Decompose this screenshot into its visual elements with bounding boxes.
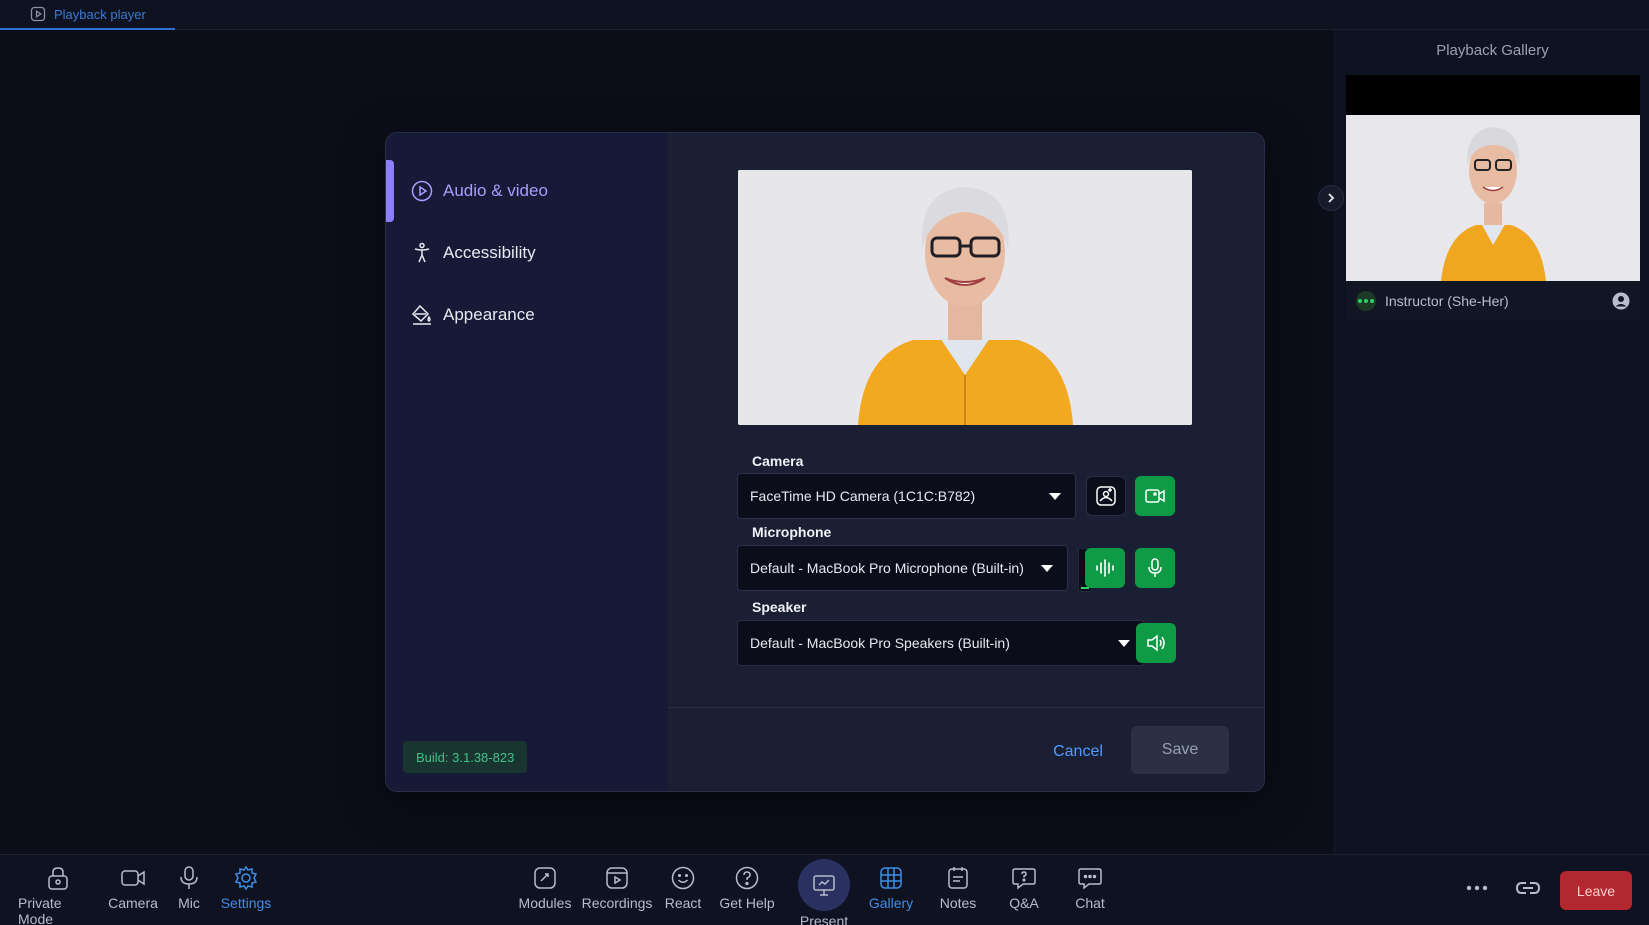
private-mode-label: Private Mode [18, 895, 62, 925]
dialog-footer-divider [668, 707, 1264, 708]
paint-bucket-icon [411, 304, 431, 325]
mic-toggle-button[interactable] [1135, 548, 1175, 588]
cancel-button[interactable]: Cancel [1038, 729, 1118, 775]
notes-label: Notes [939, 895, 977, 911]
camera-label: Camera [752, 453, 804, 469]
qa-label: Q&A [1009, 895, 1039, 911]
nav-audio-video[interactable]: Audio & video [386, 160, 668, 222]
play-circle-icon [411, 180, 433, 202]
microphone-label: Microphone [752, 524, 832, 540]
more-options-icon[interactable] [1464, 875, 1490, 901]
tab-label: Playback player [54, 6, 146, 22]
gallery-label: Gallery [868, 895, 914, 911]
nav-audio-video-label: Audio & video [443, 181, 548, 200]
modules-icon [534, 867, 556, 889]
chat-label: Chat [1075, 895, 1105, 911]
camera-toggle-button[interactable] [1135, 476, 1175, 516]
camera-icon [121, 870, 145, 886]
settings-button-label: Settings [220, 895, 272, 911]
camera-select-value: FaceTime HD Camera (1C1C:B782) [750, 488, 976, 504]
save-button[interactable]: Save [1131, 726, 1229, 774]
participant-tile[interactable]: Instructor (She-Her) [1346, 75, 1640, 321]
get-help-button[interactable]: Get Help [707, 865, 787, 911]
help-icon [735, 866, 759, 890]
tab-playback-player[interactable]: Playback player [0, 0, 175, 30]
nav-appearance[interactable]: Appearance [386, 284, 668, 346]
speaker-icon [1147, 634, 1165, 652]
gallery-title: Playback Gallery [1436, 42, 1549, 59]
bottom-toolbar: Private Mode Camera Mic Settings Modules… [0, 854, 1649, 925]
participant-name: Instructor (She-Her) [1385, 293, 1509, 309]
react-label: React [664, 895, 702, 911]
audio-wave-icon [1096, 559, 1114, 577]
participant-caption: Instructor (She-Her) [1346, 281, 1640, 321]
present-button-bg [798, 859, 850, 911]
speaker-select[interactable]: Default - MacBook Pro Speakers (Built-in… [737, 620, 1145, 666]
mic-icon [1148, 558, 1162, 577]
settings-button[interactable]: Settings [206, 865, 286, 911]
leave-button[interactable]: Leave [1560, 871, 1632, 910]
private-mode-button[interactable]: Private Mode [18, 865, 98, 925]
gallery-collapse-button[interactable] [1318, 185, 1344, 211]
camera-icon [1145, 489, 1165, 503]
recordings-icon [606, 867, 628, 889]
background-effects-icon [1096, 486, 1116, 506]
microphone-select-value: Default - MacBook Pro Microphone (Built-… [750, 560, 1024, 576]
grid-icon [880, 867, 902, 889]
camera-preview-photo [738, 170, 1192, 425]
top-tab-bar: Playback player [0, 0, 1649, 30]
build-badge: Build: 3.1.38-823 [403, 741, 528, 773]
participant-video [1346, 115, 1640, 281]
microphone-select[interactable]: Default - MacBook Pro Microphone (Built-… [737, 545, 1068, 591]
chevron-down-icon [1049, 493, 1061, 500]
camera-select[interactable]: FaceTime HD Camera (1C1C:B782) [737, 473, 1076, 519]
present-icon [813, 875, 835, 896]
lock-icon [48, 867, 68, 890]
user-avatar-icon[interactable] [1612, 292, 1630, 310]
settings-dialog: Audio & video Accessibility Appearance B… [385, 132, 1265, 792]
audio-video-panel: Camera FaceTime HD Camera (1C1C:B782) Mi… [668, 133, 1264, 791]
qa-icon [1012, 868, 1036, 890]
nav-accessibility-label: Accessibility [443, 243, 536, 262]
get-help-label: Get Help [719, 895, 775, 911]
gallery-panel: Playback Gallery Instructor (She-Her) [1334, 30, 1649, 854]
speaker-select-value: Default - MacBook Pro Speakers (Built-in… [750, 635, 1010, 651]
notes-icon [948, 867, 968, 889]
participant-photo [1346, 115, 1640, 281]
chat-button[interactable]: Chat [1050, 865, 1130, 911]
chevron-down-icon [1118, 640, 1130, 647]
smile-icon [671, 866, 695, 890]
modules-label: Modules [518, 895, 572, 911]
accessibility-icon [414, 242, 430, 263]
mic-test-button[interactable] [1085, 548, 1125, 588]
speaker-label: Speaker [752, 599, 807, 615]
nav-accessibility[interactable]: Accessibility [386, 222, 668, 284]
chat-icon [1078, 868, 1102, 890]
modules-button[interactable]: Modules [505, 865, 585, 911]
chevron-right-icon [1328, 193, 1335, 203]
link-icon[interactable] [1515, 875, 1541, 901]
speaker-test-button[interactable] [1136, 623, 1176, 663]
camera-preview [738, 170, 1192, 425]
mic-button-label: Mic [178, 895, 200, 911]
gear-icon [234, 865, 258, 891]
settings-nav: Audio & video Accessibility Appearance B… [386, 133, 668, 791]
mic-icon [180, 866, 198, 889]
chevron-down-icon [1041, 565, 1053, 572]
nav-appearance-label: Appearance [443, 305, 535, 324]
play-square-icon [30, 6, 46, 22]
recordings-label: Recordings [581, 895, 653, 911]
present-label: Present [799, 913, 849, 925]
camera-effects-button[interactable] [1086, 476, 1126, 516]
audio-activity-icon [1356, 291, 1376, 311]
